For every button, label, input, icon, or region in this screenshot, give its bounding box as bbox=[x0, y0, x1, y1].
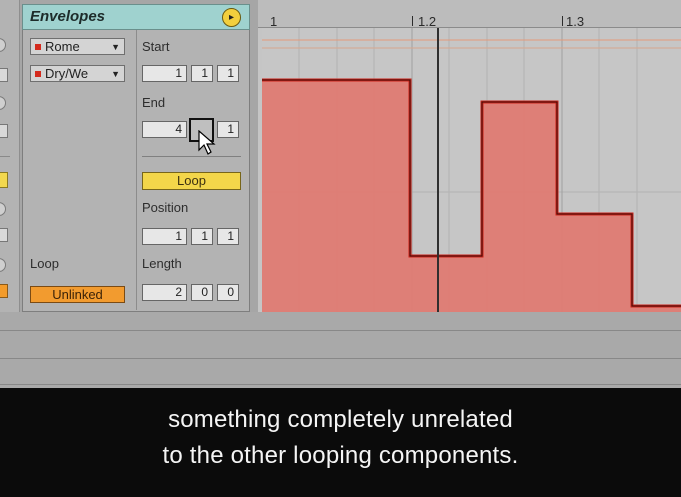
value-box[interactable] bbox=[0, 124, 8, 138]
position-label: Position bbox=[142, 200, 189, 215]
track-area bbox=[0, 312, 681, 388]
knob[interactable] bbox=[0, 202, 6, 216]
mouse-pointer-icon bbox=[198, 130, 216, 155]
ruler-tick-label: 1.3 bbox=[566, 14, 585, 29]
position-bar-field[interactable]: 1 bbox=[142, 228, 187, 245]
beat-ruler[interactable] bbox=[258, 0, 681, 28]
knob[interactable] bbox=[0, 38, 6, 52]
position-sixteenth-field[interactable]: 1 bbox=[217, 228, 239, 245]
loop-toggle-button[interactable]: Loop bbox=[142, 172, 241, 190]
divider bbox=[0, 358, 681, 359]
device-color-square bbox=[35, 44, 41, 50]
divider bbox=[0, 156, 10, 157]
divider bbox=[142, 156, 241, 157]
start-bar-field[interactable]: 1 bbox=[142, 65, 187, 82]
control-chooser[interactable]: Dry/We ▼ bbox=[30, 65, 125, 82]
start-label: Start bbox=[142, 39, 170, 54]
value-box[interactable] bbox=[0, 284, 8, 298]
loop-unlinked-button[interactable]: Unlinked bbox=[30, 286, 125, 303]
control-chooser-label: Dry/We bbox=[45, 66, 89, 81]
ruler-tick-label: 1.2 bbox=[418, 14, 437, 29]
length-beat-field[interactable]: 0 bbox=[191, 284, 213, 301]
envelope-graph[interactable] bbox=[262, 28, 681, 312]
control-color-square bbox=[35, 71, 41, 77]
ruler-mark bbox=[562, 16, 563, 26]
dropdown-arrow-icon: ▼ bbox=[111, 42, 120, 52]
start-beat-field[interactable]: 1 bbox=[191, 65, 213, 82]
end-label: End bbox=[142, 95, 166, 110]
position-beat-field[interactable]: 1 bbox=[191, 228, 213, 245]
device-chooser[interactable]: Rome ▼ bbox=[30, 38, 125, 55]
dropdown-arrow-icon: ▼ bbox=[111, 69, 120, 79]
subtitle-line-1: something completely unrelated bbox=[168, 406, 513, 433]
device-chooser-label: Rome bbox=[45, 39, 80, 54]
end-sixteenth-field[interactable]: 1 bbox=[217, 121, 239, 138]
value-box[interactable] bbox=[0, 68, 8, 82]
loop-label: Loop bbox=[30, 256, 59, 271]
end-bar-field[interactable]: 4 bbox=[142, 121, 187, 138]
live-window: Envelopes ▸ Rome ▼ Dry/We ▼ Loop Unlinke… bbox=[0, 0, 681, 388]
track-strip bbox=[0, 0, 20, 312]
ruler-tick-label: 1 bbox=[270, 14, 278, 29]
envelopes-title: Envelopes bbox=[30, 8, 106, 25]
column-divider bbox=[136, 30, 137, 310]
length-sixteenth-field[interactable]: 0 bbox=[217, 284, 239, 301]
subtitle-line-2: to the other looping components. bbox=[162, 442, 519, 469]
ruler-mark bbox=[412, 16, 413, 26]
length-bar-field[interactable]: 2 bbox=[142, 284, 187, 301]
start-sixteenth-field[interactable]: 1 bbox=[217, 65, 239, 82]
value-box[interactable] bbox=[0, 228, 8, 242]
knob[interactable] bbox=[0, 96, 6, 110]
toggle-button[interactable] bbox=[0, 172, 8, 188]
panel-toggle-icon[interactable]: ▸ bbox=[222, 8, 241, 27]
knob[interactable] bbox=[0, 258, 6, 272]
subtitle-bar: something completely unrelated to the ot… bbox=[0, 388, 681, 497]
length-label: Length bbox=[142, 256, 182, 271]
divider bbox=[0, 384, 681, 385]
divider bbox=[0, 330, 681, 331]
